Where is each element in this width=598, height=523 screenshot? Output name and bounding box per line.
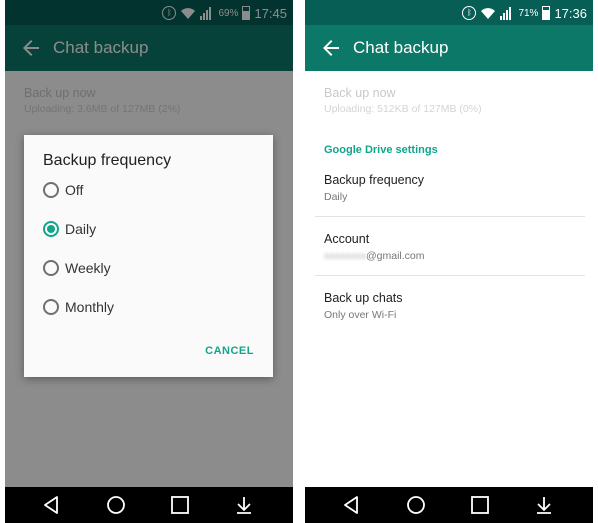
navigation-bar [5,487,293,523]
wifi-icon [481,8,496,19]
pref-title: Back up chats [324,291,403,305]
settings-content: Back up now Uploading: 512KB of 127MB (0… [305,71,593,487]
radio-button[interactable] [43,221,59,237]
battery-percent: 71% [518,7,539,19]
blurred-email-username: xxxxxxxx [324,250,366,262]
app-bar: Chat backup [305,25,593,71]
divider [315,216,585,217]
radio-option-off[interactable]: Off [43,178,83,202]
backup-now-title: Back up now [324,86,396,100]
divider [315,275,585,276]
phone-screen-left: ᛒ 69% 17:45 Chat backup Back up now Uplo… [5,0,293,523]
radio-option-monthly[interactable]: Monthly [43,295,114,319]
radio-button[interactable] [43,260,59,276]
radio-button[interactable] [43,299,59,315]
nav-home-icon[interactable] [103,492,129,518]
nav-home-icon[interactable] [403,492,429,518]
battery-icon [542,6,551,20]
nav-notifications-down-icon[interactable] [531,492,557,518]
clock: 17:36 [554,5,587,21]
pref-backup-frequency[interactable]: Backup frequency Daily [305,173,593,231]
page-title: Chat backup [353,38,449,57]
navigation-bar [305,487,593,523]
nav-recents-icon[interactable] [167,492,193,518]
radio-label: Off [65,182,84,198]
backup-frequency-dialog: Backup frequency Off Daily Weekly Monthl… [24,135,273,377]
radio-button[interactable] [43,182,59,198]
bluetooth-icon: ᛒ [462,6,477,20]
radio-label: Daily [65,221,97,237]
battery-fill [543,10,550,19]
email-domain: @gmail.com [366,250,425,262]
status-bar: ᛒ 71% 17:36 [305,0,593,25]
radio-label: Weekly [65,260,111,276]
back-arrow-icon[interactable] [319,36,343,60]
pref-title: Account [324,232,370,246]
section-header-google-drive: Google Drive settings [324,144,438,156]
backup-now-progress: Uploading: 512KB of 127MB (0%) [324,103,482,115]
nav-back-icon[interactable] [338,492,364,518]
signal-icon [500,7,512,20]
pref-account[interactable]: Account xxxxxxxx@gmail.com [305,232,593,290]
dialog-title: Backup frequency [43,152,172,169]
nav-recents-icon[interactable] [467,492,493,518]
cancel-button[interactable]: CANCEL [205,345,254,357]
radio-option-daily[interactable]: Daily [43,217,96,241]
pref-title: Backup frequency [324,173,425,187]
pref-subtitle: Daily [324,191,348,203]
pref-back-up-chats[interactable]: Back up chats Only over Wi-Fi [305,291,593,349]
radio-label: Monthly [65,299,115,315]
phone-screen-right: ᛒ 71% 17:36 Chat backup Back up now Uplo… [305,0,593,523]
nav-back-icon[interactable] [38,492,64,518]
pref-subtitle: Only over Wi-Fi [324,309,397,321]
nav-notifications-down-icon[interactable] [231,492,257,518]
pref-subtitle: xxxxxxxx@gmail.com [324,250,425,262]
radio-option-weekly[interactable]: Weekly [43,256,111,280]
